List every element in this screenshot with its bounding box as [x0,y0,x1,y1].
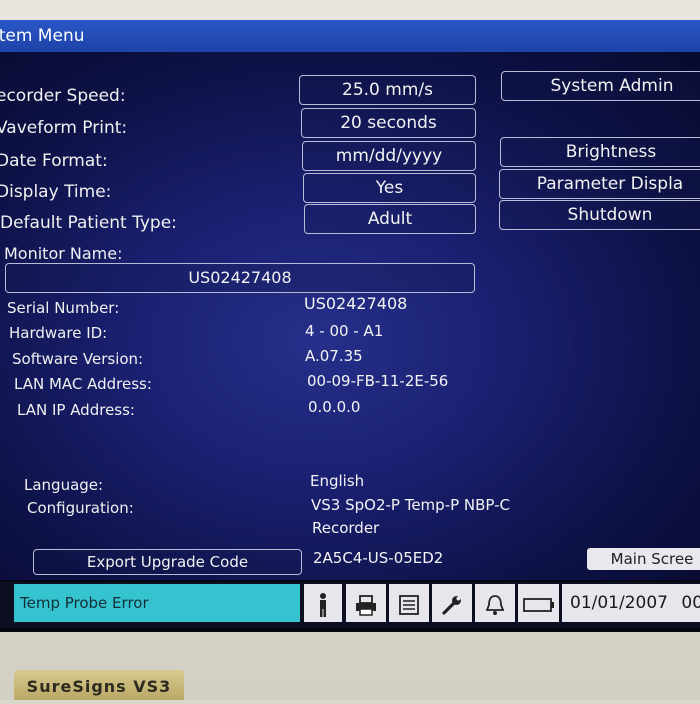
language-label: Language: [24,476,104,494]
display-time-button[interactable]: Yes [303,173,476,203]
shutdown-button[interactable]: Shutdown [499,200,700,230]
export-upgrade-code-button[interactable]: Export Upgrade Code [33,549,302,575]
printer-icon[interactable] [346,584,386,622]
battery-icon [518,584,559,622]
software-version-value: A.07.35 [305,347,363,365]
waveform-print-label: Vaveform Print: [0,118,128,138]
lan-ip-value: 0.0.0.0 [308,398,361,416]
configuration-value-line2: Recorder [312,519,380,537]
document-icon[interactable] [389,584,429,622]
person-icon[interactable] [304,584,342,622]
time-value: 00 [681,593,700,613]
hardware-id-value: 4 - 00 - A1 [305,322,384,340]
serial-number-label: Serial Number: [7,299,120,317]
system-admin-button[interactable]: System Admin [501,71,700,101]
wrench-icon[interactable] [432,584,472,622]
date-value: 01/01/2007 [570,593,668,613]
upgrade-code-value: 2A5C4-US-05ED2 [313,549,444,567]
software-version-label: Software Version: [12,350,144,368]
patient-type-button[interactable]: Adult [304,204,476,234]
date-format-label: Date Format: [0,151,108,171]
brightness-button[interactable]: Brightness [500,137,700,167]
recorder-speed-label: ecorder Speed: [0,86,126,106]
language-value: English [310,472,365,490]
bell-icon[interactable] [475,584,515,622]
lan-mac-label: LAN MAC Address: [14,375,152,393]
recorder-speed-button[interactable]: 25.0 mm/s [299,75,476,105]
serial-number-value: US02427408 [304,294,408,313]
hardware-id-label: Hardware ID: [9,324,108,342]
lan-ip-label: LAN IP Address: [17,401,135,419]
patient-type-label: Default Patient Type: [0,213,177,233]
configuration-value-line1: VS3 SpO2-P Temp-P NBP-C [311,496,511,514]
configuration-label: Configuration: [27,499,134,517]
parameter-display-button[interactable]: Parameter Displa [499,169,700,199]
waveform-print-button[interactable]: 20 seconds [301,108,476,138]
monitor-name-field[interactable]: US02427408 [5,263,475,293]
display-time-label: Display Time: [0,182,112,202]
main-screen-button[interactable]: Main Scree [587,548,700,570]
alarm-message: Temp Probe Error [14,584,300,622]
device-brand-label: SureSigns VS3 [14,670,184,700]
menu-title: item Menu [0,26,85,46]
menu-title-bar: item Menu [0,20,700,52]
date-format-button[interactable]: mm/dd/yyyy [302,141,476,171]
lan-mac-value: 00-09-FB-11-2E-56 [307,372,449,390]
monitor-name-label: Monitor Name: [4,244,123,263]
date-time-display: 01/01/2007 00 [562,584,700,622]
